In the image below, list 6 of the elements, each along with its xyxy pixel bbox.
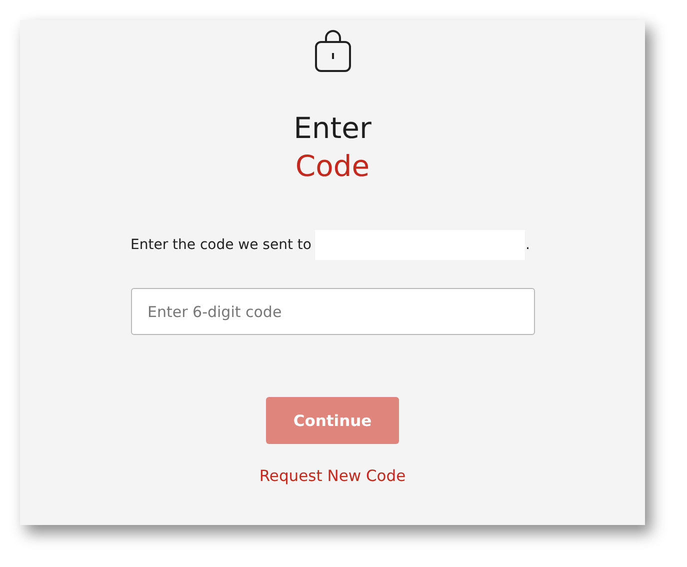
prompt-text: Enter the code we sent to	[130, 237, 312, 253]
prompt-period: .	[525, 237, 530, 253]
title: Enter	[294, 110, 372, 147]
request-new-code-link[interactable]: Request New Code	[259, 467, 406, 485]
title-highlight: Code	[295, 148, 370, 185]
code-input-field[interactable]: Enter 6-digit code	[130, 288, 534, 335]
